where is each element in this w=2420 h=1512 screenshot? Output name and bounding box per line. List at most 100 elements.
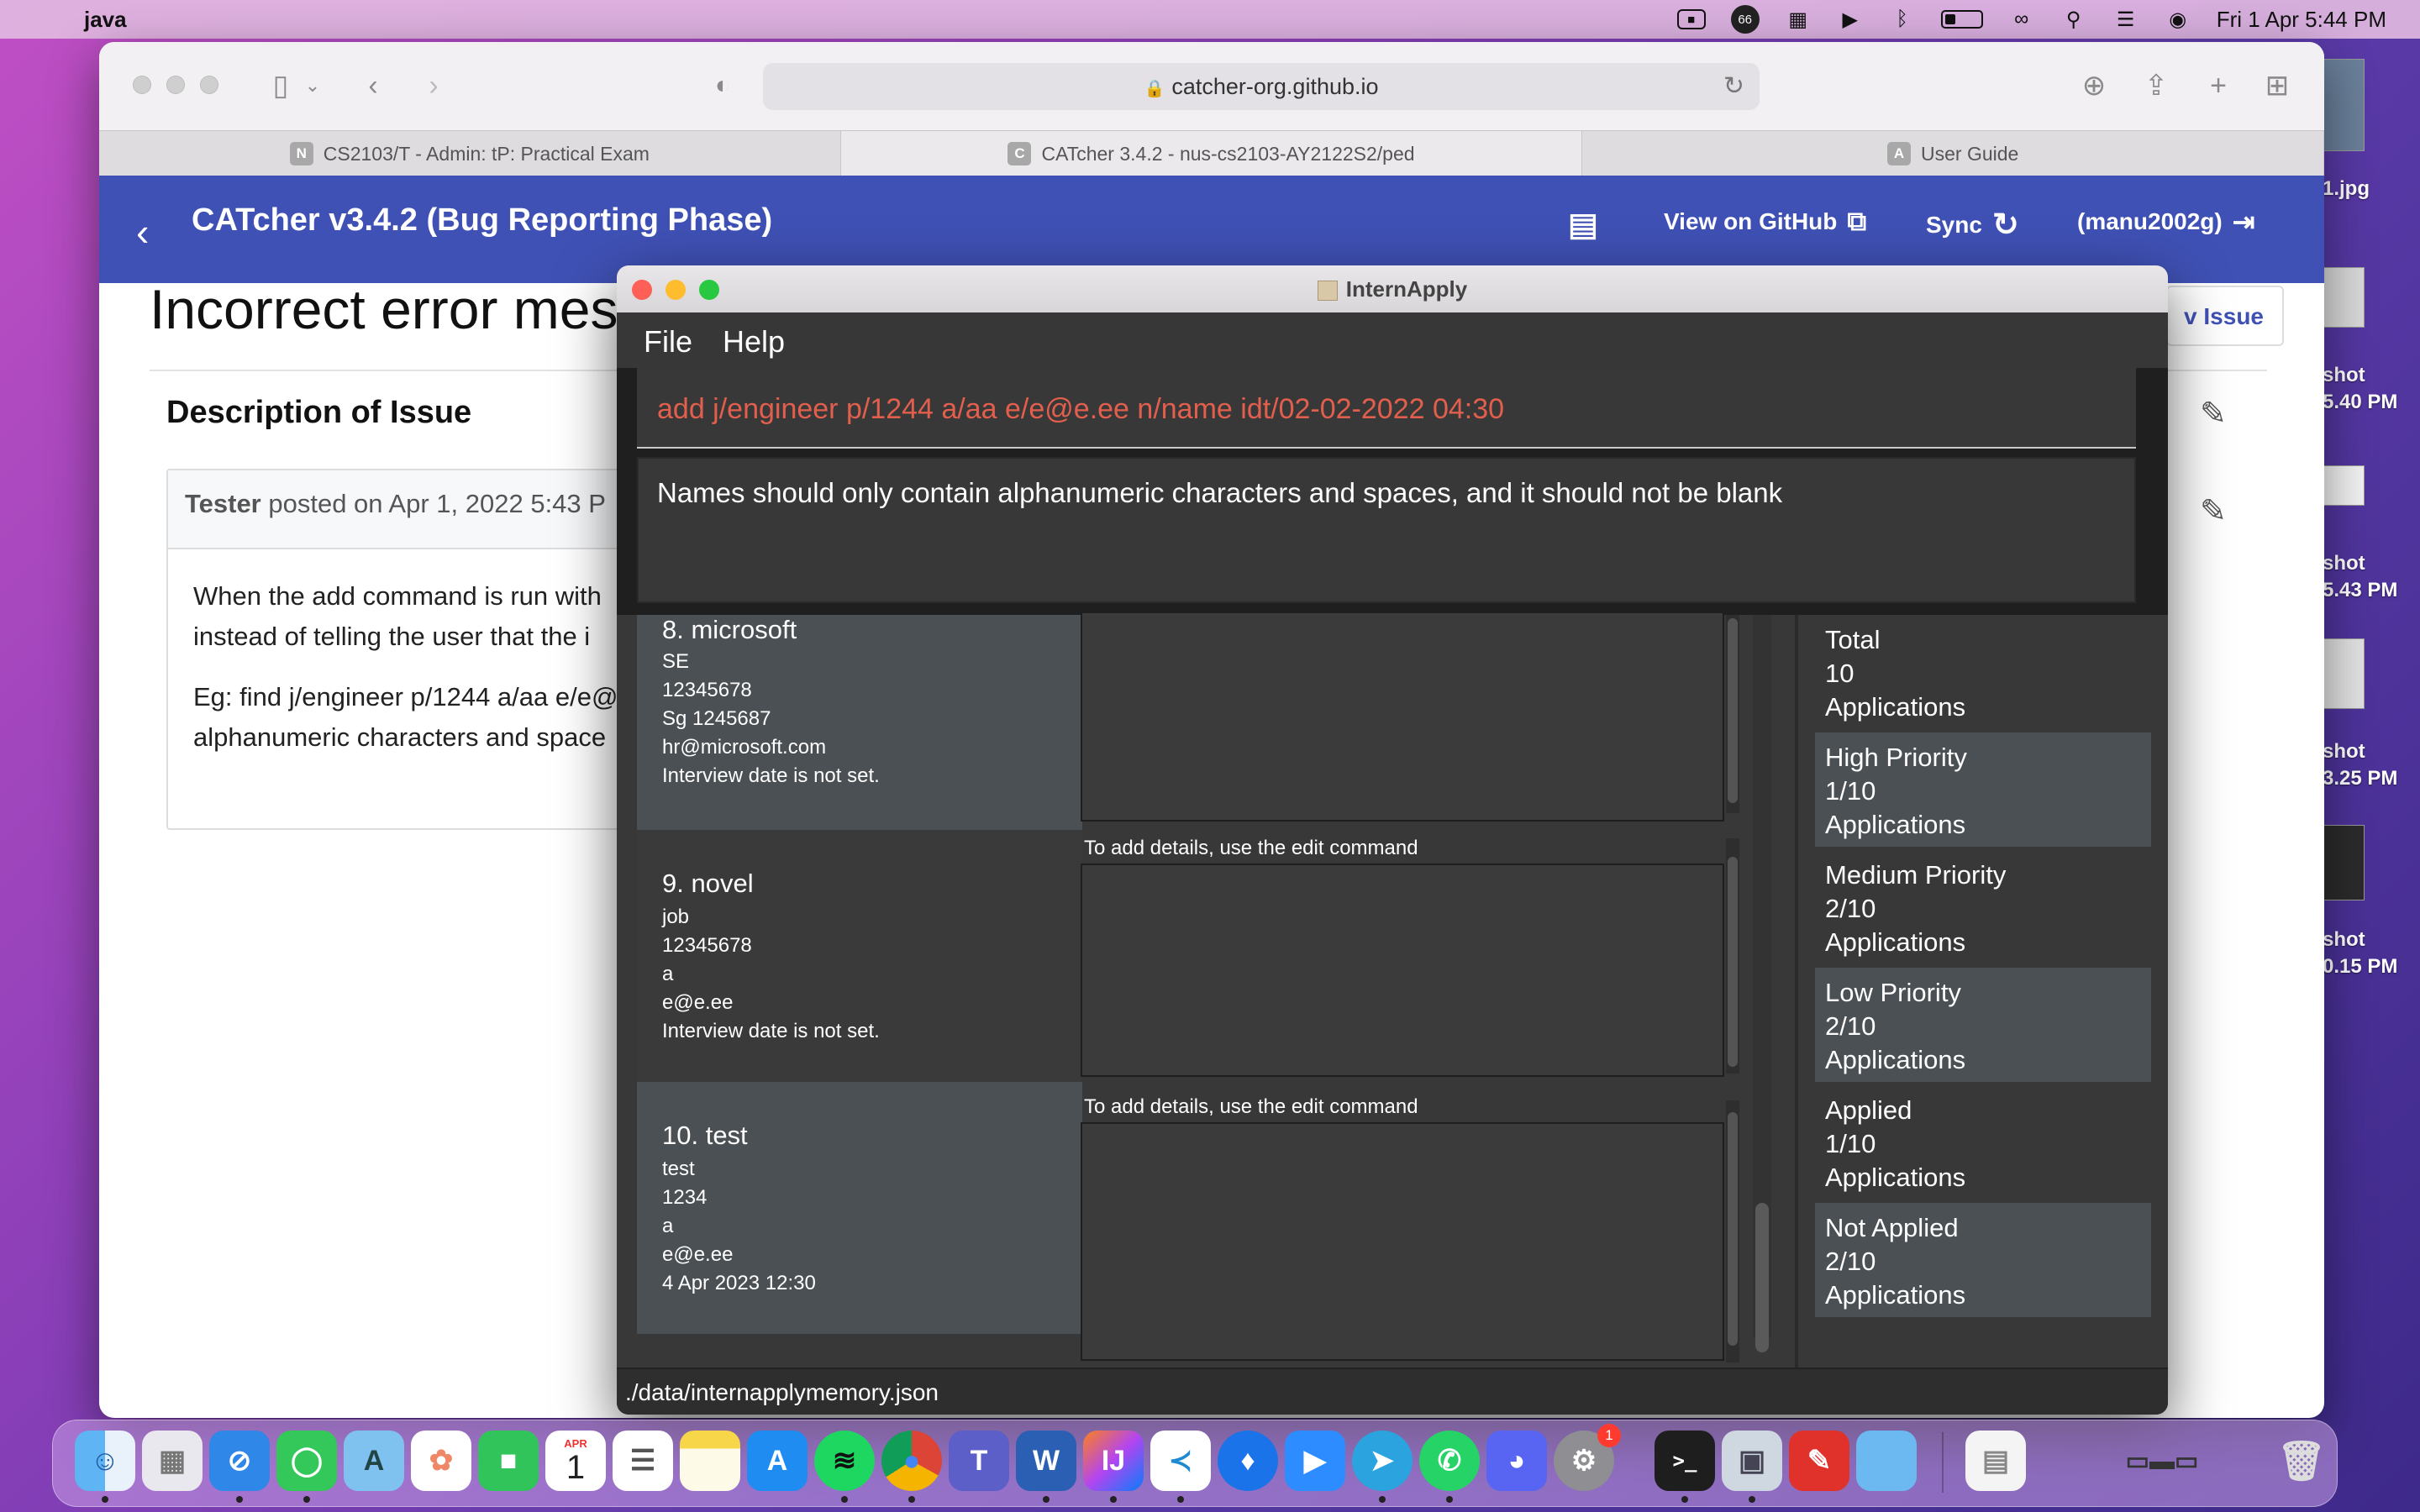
desktop-file-thumbnail[interactable] [2323, 825, 2365, 900]
back-chevron-icon[interactable]: ‹ [136, 209, 149, 255]
downloads-icon[interactable]: ⊕ [2075, 67, 2112, 104]
document-icon[interactable]: ▤ [1965, 1431, 2026, 1491]
desktop-file-thumbnail[interactable] [2323, 59, 2365, 151]
details-scrollbar-thumb[interactable] [1728, 1112, 1738, 1346]
logout-button[interactable]: (manu2002g) ⇥ [2077, 206, 2255, 238]
view-on-github-button[interactable]: View on GitHub ⧉ [1664, 206, 1866, 238]
word-icon[interactable]: W [1016, 1431, 1076, 1491]
maps-icon[interactable]: A [344, 1431, 404, 1491]
tab-overview-icon[interactable]: ⊞ [2259, 67, 2296, 104]
teams-icon[interactable]: T [949, 1431, 1009, 1491]
chrome-icon[interactable]: ● [881, 1431, 942, 1491]
spotify-icon[interactable]: ≋ [814, 1431, 875, 1491]
address-bar[interactable]: 🔒 catcher-org.github.io ↻ [763, 63, 1760, 110]
link-icon[interactable]: ∞ [2008, 8, 2035, 30]
app-store-icon[interactable]: A [747, 1431, 808, 1491]
camera-icon[interactable]: ■ [1676, 9, 1706, 29]
new-tab-icon[interactable]: + [2200, 67, 2237, 104]
pdf-icon[interactable]: ✎ [1789, 1431, 1849, 1491]
close-window-button[interactable] [133, 76, 151, 94]
minimize-window-button[interactable] [666, 280, 686, 300]
list-item[interactable]: 8. microsoft SE 12345678 Sg 1245687 hr@m… [637, 615, 1082, 830]
sync-button[interactable]: Sync ↻ [1926, 206, 2019, 244]
terminal-icon[interactable]: >_ [1655, 1431, 1715, 1491]
details-scrollbar[interactable] [1726, 838, 1739, 1074]
control-center-icon[interactable]: ☰ [2112, 8, 2139, 31]
list-scrollbar-thumb[interactable] [1755, 1203, 1769, 1352]
share-icon[interactable]: ⇪ [2138, 67, 2175, 104]
reminders-icon[interactable]: ☰ [613, 1431, 673, 1491]
application-list[interactable]: 8. microsoft SE 12345678 Sg 1245687 hr@m… [617, 612, 1795, 1368]
menu-bar-clock[interactable]: Fri 1 Apr 5:44 PM [2217, 7, 2386, 33]
details-scrollbar[interactable] [1726, 615, 1739, 813]
safari-icon[interactable]: ⊘ [209, 1431, 270, 1491]
list-scrollbar[interactable] [1753, 615, 1771, 1352]
zoom-window-button[interactable] [699, 280, 719, 300]
details-scrollbar[interactable] [1726, 1100, 1739, 1362]
zoom-window-button[interactable] [200, 76, 218, 94]
running-indicator [1379, 1496, 1386, 1503]
desktop-file-thumbnail[interactable] [2323, 638, 2365, 709]
application-details-area[interactable] [1081, 864, 1724, 1077]
active-app-name[interactable]: java [84, 7, 127, 33]
command-box[interactable]: add j/engineer p/1244 a/aa e/e@e.ee n/na… [637, 368, 2136, 449]
vscode-icon[interactable]: ≺ [1150, 1431, 1211, 1491]
trash-icon[interactable]: 🗑 [2271, 1431, 2332, 1491]
reload-icon[interactable]: ↻ [1723, 63, 1744, 110]
notes-icon[interactable] [680, 1431, 740, 1491]
issue-list-button[interactable]: ▤ [1568, 206, 1598, 244]
comment-text: Eg: find j/engineer p/1244 a/aa e/e@ [193, 682, 618, 711]
desktop-file-thumbnail[interactable] [2323, 465, 2365, 506]
details-scrollbar-thumb[interactable] [1728, 857, 1738, 1067]
play-icon[interactable]: ▶ [1837, 8, 1864, 31]
desktop-file-thumbnail[interactable] [2323, 267, 2365, 328]
help-menu[interactable]: Help [723, 324, 785, 360]
preview-icon[interactable]: ▣ [1722, 1431, 1782, 1491]
details-hint: To add details, use the edit command [1084, 1095, 1418, 1118]
intellij-icon[interactable]: IJ [1083, 1431, 1144, 1491]
calendar-icon[interactable]: APR 1 [545, 1431, 606, 1491]
finder-icon[interactable]: ☺ [75, 1431, 135, 1491]
new-issue-button[interactable]: v Issue [2166, 286, 2284, 346]
file-menu[interactable]: File [644, 324, 692, 360]
discord-icon[interactable]: ◕ [1486, 1431, 1547, 1491]
tab-catcher[interactable]: C CATcher 3.4.2 - nus-cs2103-AY2122S2/pe… [840, 131, 1583, 176]
siri-icon[interactable]: ◉ [2165, 8, 2191, 31]
facetime-icon[interactable]: ■ [478, 1431, 539, 1491]
screenshot-stack-icon[interactable]: ▭▬▭ [2070, 1431, 2254, 1491]
folder-icon[interactable] [1856, 1431, 1917, 1491]
application-details-area[interactable] [1081, 612, 1724, 822]
minimize-window-button[interactable] [166, 76, 185, 94]
close-window-button[interactable] [632, 280, 652, 300]
maps-pin-icon[interactable]: ♦ [1218, 1431, 1278, 1491]
photos-icon[interactable]: ✿ [411, 1431, 471, 1491]
edit-pencil-icon[interactable]: ✎ [2200, 395, 2227, 433]
running-indicator [102, 1496, 108, 1503]
grid-menu-icon[interactable]: ▦ [1785, 8, 1812, 31]
chevron-down-icon[interactable]: ⌄ [294, 67, 331, 104]
list-item[interactable]: 10. test test 1234 a e@e.ee 4 Apr 2023 1… [637, 1082, 1082, 1334]
messages-icon[interactable]: ◯ [276, 1431, 337, 1491]
zoom-icon[interactable]: ▶ [1285, 1431, 1345, 1491]
application-details-area[interactable] [1081, 1122, 1724, 1361]
internapply-titlebar[interactable]: InternApply [617, 265, 2168, 312]
privacy-shield-icon[interactable]: ◐ [704, 67, 741, 104]
telegram-icon[interactable]: ➤ [1352, 1431, 1413, 1491]
bluetooth-icon[interactable]: ᛒ [1889, 8, 1916, 30]
edit-pencil-icon[interactable]: ✎ [2200, 492, 2227, 530]
notification-count-badge[interactable]: 66 [1730, 5, 1760, 34]
application-name: 8. microsoft [662, 615, 797, 644]
battery-icon[interactable] [1940, 10, 1983, 29]
back-arrow-icon[interactable]: ‹ [355, 67, 392, 104]
tab-cs2103-admin[interactable]: N CS2103/T - Admin: tP: Practical Exam [99, 131, 841, 176]
forward-arrow-icon[interactable]: › [415, 67, 452, 104]
tab-user-guide[interactable]: A User Guide [1582, 131, 2324, 176]
list-item[interactable]: 9. novel job 12345678 a e@e.ee Interview… [637, 830, 1082, 1082]
running-indicator [1043, 1496, 1050, 1503]
whatsapp-icon[interactable]: ✆ [1419, 1431, 1480, 1491]
spotlight-search-icon[interactable]: ⚲ [2060, 8, 2087, 31]
stat-unit: Applications [1825, 692, 1966, 722]
tab-label: CATcher 3.4.2 - nus-cs2103-AY2122S2/ped [1041, 142, 1415, 165]
launchpad-icon[interactable]: ▦ [142, 1431, 203, 1491]
details-scrollbar-thumb[interactable] [1728, 618, 1738, 803]
